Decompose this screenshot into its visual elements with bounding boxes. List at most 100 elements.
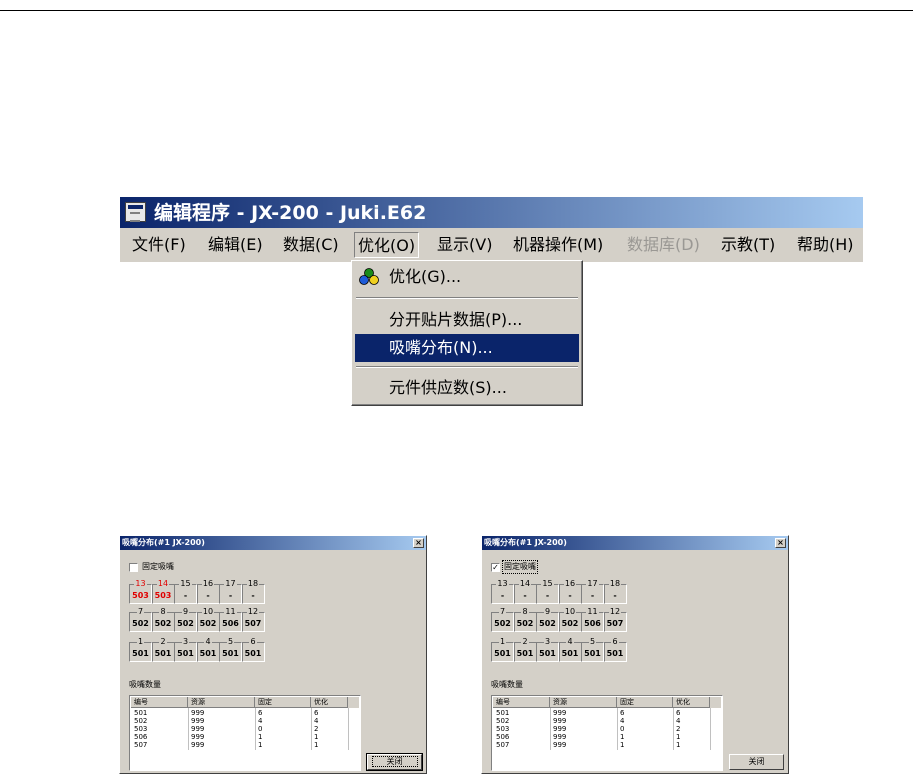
menu-optimize[interactable]: 优化(O) bbox=[354, 232, 420, 258]
slot-nozzle: - bbox=[251, 591, 255, 600]
nozzle-count-label: 吸嘴数量 bbox=[129, 680, 161, 689]
table-row[interactable]: 501 999 6 6 bbox=[131, 709, 359, 717]
slot-number: 5 bbox=[226, 637, 235, 646]
nozzle-slot: 13 503 bbox=[129, 579, 152, 604]
nozzle-slot: 5 501 bbox=[581, 637, 604, 662]
menu-item-split-placement-data[interactable]: 分开贴片数据(P)... bbox=[355, 306, 579, 334]
table-cell: 6 bbox=[620, 709, 625, 717]
table-row[interactable]: 503 999 0 2 bbox=[131, 725, 359, 733]
close-button[interactable]: 关闭 bbox=[729, 754, 784, 770]
nozzle-count-label: 吸嘴数量 bbox=[491, 680, 523, 689]
slot-nozzle: - bbox=[568, 591, 572, 600]
menu-item-nozzle-distribution[interactable]: 吸嘴分布(N)... bbox=[355, 334, 579, 362]
menu-data[interactable]: 数据(C) bbox=[280, 232, 342, 258]
slot-number: 2 bbox=[159, 637, 167, 646]
nozzle-count-table[interactable]: 编号 资源 固定 优化 501 999 6 6 502 999 4 4 503 999 0 2 506 999 1 1… bbox=[491, 695, 723, 771]
slot-number: 14 bbox=[518, 579, 532, 588]
slot-nozzle: 502 bbox=[154, 619, 172, 628]
close-button-label: 关闭 bbox=[748, 757, 765, 766]
column-header[interactable]: 优化 bbox=[673, 697, 710, 708]
menu-file[interactable]: 文件(F) bbox=[129, 232, 189, 258]
nozzle-slot: 14 - bbox=[513, 579, 537, 604]
menu-teach[interactable]: 示教(T) bbox=[718, 232, 778, 258]
slot-number: 5 bbox=[588, 637, 597, 646]
column-header[interactable]: 编号 bbox=[493, 697, 550, 708]
nozzle-slot: 6 501 bbox=[241, 637, 265, 662]
column-header[interactable]: 优化 bbox=[311, 697, 348, 708]
table-cell: 503 bbox=[134, 725, 148, 733]
close-button[interactable]: 关闭 bbox=[366, 753, 423, 771]
slot-number: 6 bbox=[249, 637, 257, 646]
table-row[interactable]: 506 999 1 1 bbox=[131, 733, 359, 741]
fixed-nozzle-checkbox[interactable]: ✓ bbox=[491, 563, 500, 572]
slot-number: 16 bbox=[563, 579, 577, 588]
slot-number: 15 bbox=[541, 579, 554, 588]
column-header[interactable]: 资源 bbox=[188, 697, 255, 708]
nozzle-slot: 8 502 bbox=[513, 607, 537, 632]
nozzle-slot: 9 502 bbox=[536, 607, 559, 632]
slot-number: 1 bbox=[498, 637, 507, 646]
slot-nozzle: 501 bbox=[584, 649, 601, 658]
menu-machine-operation[interactable]: 机器操作(M) bbox=[510, 232, 606, 258]
slot-number: 8 bbox=[521, 607, 529, 616]
column-header[interactable]: 编号 bbox=[131, 697, 188, 708]
slot-nozzle: 501 bbox=[494, 649, 511, 658]
slot-nozzle: - bbox=[228, 591, 233, 600]
table-row[interactable]: 502 999 4 4 bbox=[131, 717, 359, 725]
close-icon[interactable]: × bbox=[775, 538, 786, 548]
table-cell: 4 bbox=[258, 717, 263, 725]
nozzle-count-table[interactable]: 编号 资源 固定 优化 501 999 6 6 502 999 4 4 503 999 0 2 506 999 1 1… bbox=[129, 695, 361, 771]
editor-window: 编辑程序 - JX-200 - Juki.E62 文件(F) 编辑(E) 数据(… bbox=[120, 197, 863, 262]
table-cell: 999 bbox=[553, 733, 567, 741]
optimize-icon bbox=[359, 268, 379, 285]
table-row[interactable]: 507 999 1 1 bbox=[131, 741, 359, 749]
table-cell: 999 bbox=[553, 725, 567, 733]
dialog-title[interactable]: 吸嘴分布(#1 JX-200) × bbox=[482, 536, 788, 550]
table-row[interactable]: 507 999 1 1 bbox=[493, 741, 721, 749]
fixed-nozzle-checkbox[interactable] bbox=[129, 563, 138, 572]
table-cell: 6 bbox=[258, 709, 263, 717]
menu-item-optimize[interactable]: 优化(G)... bbox=[355, 263, 579, 291]
nozzle-slot: 10 502 bbox=[558, 607, 582, 632]
table-cell: 999 bbox=[191, 717, 205, 725]
slot-nozzle: 503 bbox=[154, 591, 172, 600]
table-row[interactable]: 501 999 6 6 bbox=[493, 709, 721, 717]
table-row[interactable]: 502 999 4 4 bbox=[493, 717, 721, 725]
table-cell: 502 bbox=[496, 717, 510, 725]
menu-help[interactable]: 帮助(H) bbox=[794, 232, 857, 258]
menu-edit[interactable]: 编辑(E) bbox=[205, 232, 266, 258]
table-cell: 507 bbox=[496, 741, 510, 749]
table-row[interactable]: 506 999 1 1 bbox=[493, 733, 721, 741]
table-cell: 6 bbox=[676, 709, 681, 717]
table-row[interactable]: 503 999 0 2 bbox=[493, 725, 721, 733]
nozzle-slot: 2 501 bbox=[513, 637, 537, 662]
nozzle-slot: 10 502 bbox=[196, 607, 220, 632]
column-header[interactable]: 固定 bbox=[255, 697, 311, 708]
window-titlebar[interactable]: 编辑程序 - JX-200 - Juki.E62 bbox=[120, 197, 863, 228]
column-header[interactable]: 固定 bbox=[617, 697, 673, 708]
slot-nozzle: 502 bbox=[539, 619, 556, 628]
nozzle-slot: 17 - bbox=[219, 579, 242, 604]
fixed-nozzle-checkbox-label[interactable]: 固定吸嘴 bbox=[502, 560, 538, 574]
menu-separator bbox=[356, 366, 578, 368]
window-title: 编辑程序 - JX-200 - Juki.E62 bbox=[154, 202, 427, 224]
slot-number: 2 bbox=[521, 637, 529, 646]
column-header[interactable]: 资源 bbox=[550, 697, 617, 708]
fixed-nozzle-checkbox-label[interactable]: 固定吸嘴 bbox=[141, 561, 175, 573]
slot-nozzle: - bbox=[206, 591, 210, 600]
menu-view[interactable]: 显示(V) bbox=[434, 232, 495, 258]
menu-separator bbox=[356, 297, 578, 299]
slot-number: 9 bbox=[543, 607, 552, 616]
nozzle-distribution-dialog-unfixed: 吸嘴分布(#1 JX-200) × 固定吸嘴 13 503 14 503 15-16-17-1… bbox=[119, 535, 427, 774]
slot-nozzle: 501 bbox=[154, 649, 172, 658]
close-icon[interactable]: × bbox=[413, 538, 424, 548]
nozzle-slot: 2 501 bbox=[151, 637, 175, 662]
app-icon bbox=[125, 202, 146, 222]
menu-item-component-supply-count[interactable]: 元件供应数(S)... bbox=[355, 374, 579, 402]
optimize-dropdown-menu: 优化(G)... 分开贴片数据(P)... 吸嘴分布(N)... 元件供应数(S… bbox=[351, 260, 583, 406]
slot-nozzle: 507 bbox=[606, 619, 624, 628]
menu-database[interactable]: 数据库(D) bbox=[624, 232, 703, 258]
dialog-title[interactable]: 吸嘴分布(#1 JX-200) × bbox=[120, 536, 426, 550]
slot-number: 4 bbox=[566, 637, 574, 646]
nozzle-slot: 1 501 bbox=[491, 637, 514, 662]
